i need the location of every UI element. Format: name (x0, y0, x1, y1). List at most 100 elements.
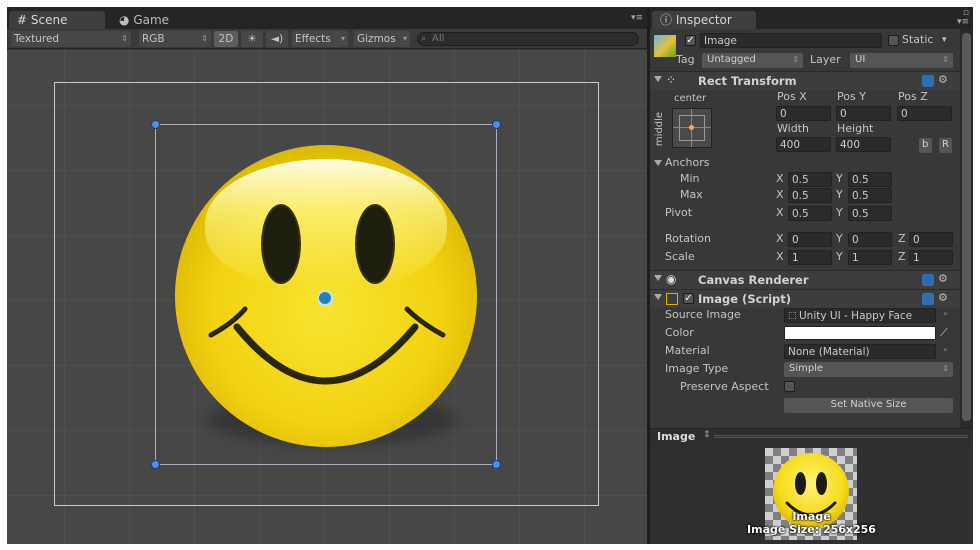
chevron-updown-icon: ⇕ (942, 364, 949, 373)
tab-inspector[interactable]: ⓘ Inspector (652, 11, 756, 29)
raw-edit-button[interactable]: R (939, 138, 952, 153)
chevron-updown-icon: ⇕ (942, 55, 949, 64)
rect-transform-header[interactable]: ⁘ Rect Transform ⚙ (650, 71, 966, 90)
gizmos-dropdown[interactable]: Gizmos ▾ (354, 31, 410, 47)
lighting-toggle[interactable]: ☀ (241, 31, 263, 47)
axis-x-label: X (776, 206, 784, 219)
tag-label: Tag (676, 53, 695, 66)
object-picker-icon[interactable]: ◦ (943, 343, 948, 359)
tab-scene[interactable]: # Scene (9, 11, 105, 29)
object-picker-icon[interactable]: ◦ (943, 307, 948, 323)
sprite-icon: ⬚ (788, 311, 797, 321)
axis-y-label: Y (836, 250, 843, 263)
set-native-size-button[interactable]: Set Native Size (784, 398, 953, 413)
material-field[interactable]: None (Material) (784, 344, 936, 359)
anchor-max-y-field[interactable]: 0.5 (848, 188, 892, 203)
preview-drag-handle[interactable] (714, 435, 968, 438)
corner-handle-br[interactable] (492, 460, 501, 469)
pos-x-field[interactable]: 0 (776, 106, 831, 121)
blueprint-mode-button[interactable]: b (919, 138, 932, 153)
scrollbar-thumb[interactable] (962, 33, 971, 421)
pos-z-field[interactable]: 0 (897, 106, 952, 121)
inspector-menu-icon[interactable]: ▫ ▾≡ (957, 9, 969, 27)
foldout-arrow-icon[interactable] (654, 275, 662, 281)
image-type-value: Simple (789, 363, 824, 374)
height-label: Height (837, 122, 874, 135)
active-checkbox[interactable]: ✓ (685, 35, 696, 46)
source-image-value: Unity UI - Happy Face (799, 310, 913, 322)
audio-toggle[interactable]: ◄) (266, 31, 288, 47)
pivot-y-field[interactable]: 0.5 (848, 206, 892, 221)
help-book-icon[interactable] (922, 293, 934, 305)
axis-y-label: Y (836, 206, 843, 219)
scene-panel: # Scene ◕ Game ▾≡ Textured ⇕ RGB ⇕ 2D ☀ ◄)… (7, 7, 647, 544)
preview-image-name: Image (792, 510, 831, 523)
chevron-updown-icon[interactable]: ⇕ (703, 430, 711, 440)
foldout-arrow-icon[interactable] (654, 76, 662, 82)
layer-dropdown[interactable]: UI ⇕ (850, 53, 953, 68)
help-book-icon[interactable] (922, 75, 934, 87)
rotation-z-field[interactable]: 0 (909, 232, 953, 247)
anchor-preset-button[interactable] (672, 108, 712, 148)
gear-icon[interactable]: ⚙ (938, 73, 948, 86)
tab-game[interactable]: ◕ Game (111, 11, 177, 29)
gameobject-cube-icon (654, 35, 676, 57)
anchor-max-x-field[interactable]: 0.5 (788, 188, 832, 203)
tag-dropdown[interactable]: Untagged ⇕ (702, 53, 803, 68)
mode-2d-toggle[interactable]: 2D (214, 31, 238, 47)
eyedropper-icon[interactable]: ⟋ (940, 325, 948, 341)
layer-value: UI (855, 54, 866, 65)
effects-label: Effects (295, 33, 331, 45)
image-script-title: Image (Script) (698, 292, 792, 306)
rotation-y-field[interactable]: 0 (848, 232, 892, 247)
image-type-dropdown[interactable]: Simple ⇕ (784, 362, 953, 377)
corner-handle-bl[interactable] (151, 460, 160, 469)
color-swatch[interactable] (784, 326, 936, 340)
gear-icon[interactable]: ⚙ (938, 272, 948, 285)
tab-scene-label: Scene (30, 13, 68, 27)
scale-y-field[interactable]: 1 (848, 250, 892, 265)
panel-menu-icon[interactable]: ▾≡ (631, 13, 643, 23)
tag-value: Untagged (707, 54, 756, 65)
chevron-down-icon[interactable]: ▾ (942, 32, 947, 48)
object-name-field[interactable]: Image (700, 33, 882, 48)
image-enabled-checkbox[interactable]: ✓ (683, 293, 694, 304)
corner-handle-tr[interactable] (492, 120, 501, 129)
foldout-arrow-icon[interactable] (654, 160, 662, 166)
axis-x-label: X (776, 250, 784, 263)
height-field[interactable]: 400 (836, 137, 891, 152)
shading-label: Textured (14, 33, 60, 45)
corner-handle-tl[interactable] (151, 120, 160, 129)
effects-dropdown[interactable]: Effects ▾ (292, 31, 348, 47)
shading-dropdown[interactable]: Textured ⇕ (11, 31, 131, 47)
pos-y-field[interactable]: 0 (836, 106, 891, 121)
inspector-scrollbar[interactable] (960, 29, 973, 429)
pivot-gizmo-icon[interactable] (317, 290, 333, 306)
foldout-arrow-icon[interactable] (654, 294, 662, 300)
anchor-point-icon (689, 125, 694, 130)
scene-search-input[interactable]: ⌕ All (417, 32, 639, 46)
inspector-tabstrip: ⓘ Inspector ▫ ▾≡ (650, 7, 973, 29)
image-script-header[interactable]: ✓ Image (Script) ⚙ (650, 289, 966, 308)
preview-image-size: Image Size: 256x256 (747, 523, 876, 536)
width-field[interactable]: 400 (776, 137, 831, 152)
chevron-down-icon: ▾ (402, 34, 407, 43)
scale-z-field[interactable]: 1 (909, 250, 953, 265)
scene-viewport[interactable] (7, 50, 647, 544)
help-book-icon[interactable] (922, 274, 934, 286)
scale-x-field[interactable]: 1 (788, 250, 832, 265)
source-image-field[interactable]: ⬚ Unity UI - Happy Face (784, 308, 936, 323)
anchor-min-x-field[interactable]: 0.5 (788, 172, 832, 187)
grid-icon: # (17, 13, 28, 27)
anchor-min-y-field[interactable]: 0.5 (848, 172, 892, 187)
pivot-x-field[interactable]: 0.5 (788, 206, 832, 221)
anchor-v-label: middle (654, 111, 666, 147)
canvas-renderer-header[interactable]: ◉ Canvas Renderer ⚙ (650, 270, 966, 289)
preserve-aspect-checkbox[interactable] (784, 381, 795, 392)
rotation-label: Rotation (665, 232, 712, 245)
render-mode-dropdown[interactable]: RGB ⇕ (139, 31, 211, 47)
static-checkbox[interactable] (888, 35, 899, 46)
gear-icon[interactable]: ⚙ (938, 291, 948, 304)
rotation-x-field[interactable]: 0 (788, 232, 832, 247)
pos-y-label: Pos Y (837, 90, 866, 103)
